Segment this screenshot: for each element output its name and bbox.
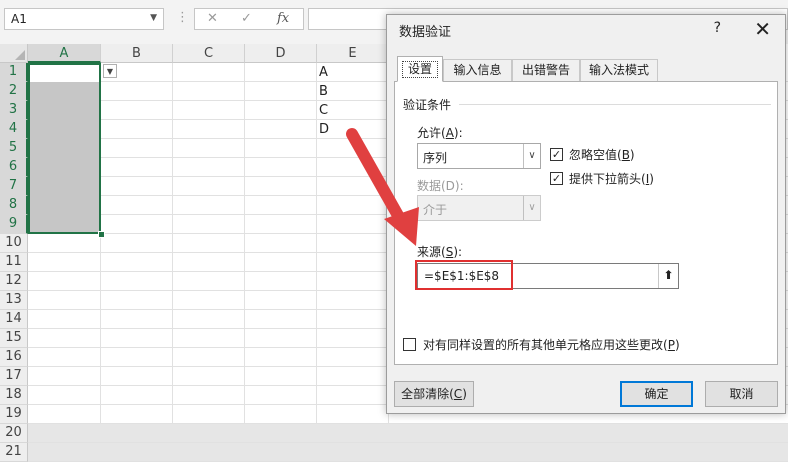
tab-settings[interactable]: 设置 [397,56,443,82]
data-validation-dialog: 数据验证 ? ✕ 设置 输入信息 出错警告 输入法模式 验证条件 允许(A): … [386,14,786,414]
cell-dropdown-button[interactable]: ▼ [103,64,117,78]
data-select: 介于 ∨ [417,195,541,221]
cell-e4[interactable]: D [319,122,329,137]
apply-all-label: 对有同样设置的所有其他单元格应用这些更改(P) [423,338,680,352]
name-box-value: A1 [11,12,27,26]
row-header[interactable]: 17 [0,367,28,386]
row-gridline [28,442,788,443]
allow-select-value: 序列 [423,151,448,165]
row-header[interactable]: 16 [0,348,28,367]
tab-error-alert[interactable]: 出错警告 [512,59,580,81]
row-header[interactable]: 1 [0,63,28,82]
row-header[interactable]: 18 [0,386,28,405]
tab-input-message[interactable]: 输入信息 [443,59,512,81]
enter-formula-icon[interactable]: ✓ [241,11,252,26]
row-header[interactable]: 8 [0,196,28,215]
formula-buttons: ✕ ✓ fx [194,8,304,30]
column-gridline [172,63,173,424]
tab-ime-mode[interactable]: 输入法模式 [580,59,658,81]
insert-function-icon[interactable]: fx [277,11,289,26]
name-box[interactable]: A1 ▼ [4,8,164,30]
row-header[interactable]: 14 [0,310,28,329]
close-icon[interactable]: ✕ [754,17,771,41]
row-header[interactable]: 2 [0,82,28,101]
ignore-blank-checkbox[interactable]: ✓ [550,148,563,161]
section-divider [459,104,771,105]
collapse-dialog-icon[interactable]: ⬆ [658,264,678,288]
allow-label: 允许(A): [417,126,463,140]
row-header[interactable]: 7 [0,177,28,196]
active-cell[interactable] [30,65,99,82]
row-header[interactable]: 12 [0,272,28,291]
select-all-corner[interactable] [0,44,28,63]
apply-all-checkbox[interactable] [403,338,416,351]
row-header[interactable]: 4 [0,120,28,139]
ok-button[interactable]: 确定 [620,381,693,407]
dialog-title: 数据验证 [399,25,452,40]
row-header[interactable]: 21 [0,443,28,462]
data-select-value: 介于 [423,203,448,217]
row-header[interactable]: 13 [0,291,28,310]
row-header[interactable]: 20 [0,424,28,443]
chevron-down-icon[interactable]: ∨ [523,144,540,168]
clear-all-button[interactable]: 全部清除(C) [394,381,474,407]
row-header[interactable]: 11 [0,253,28,272]
source-label: 来源(S): [417,245,463,259]
column-header-a[interactable]: A [28,44,101,63]
column-gridline [244,63,245,424]
row-header[interactable]: 10 [0,234,28,253]
fill-handle[interactable] [98,231,105,238]
dropdown-arrow-label: 提供下拉箭头(I) [569,172,654,186]
data-label: 数据(D): [417,179,464,193]
row-header[interactable]: 15 [0,329,28,348]
drag-handle-icon[interactable]: ⋮ [176,10,190,25]
row-header[interactable]: 19 [0,405,28,424]
chevron-down-icon: ∨ [523,196,540,220]
row-header[interactable]: 5 [0,139,28,158]
chevron-down-icon[interactable]: ▼ [150,13,157,23]
section-title: 验证条件 [403,98,452,112]
row-header[interactable]: 6 [0,158,28,177]
column-header-c[interactable]: C [173,44,245,63]
column-header-e[interactable]: E [317,44,389,63]
column-header-b[interactable]: B [101,44,173,63]
cell-e2[interactable]: B [319,84,328,99]
selected-range[interactable] [28,63,101,234]
dropdown-arrow-checkbox[interactable]: ✓ [550,172,563,185]
cell-e1[interactable]: A [319,65,328,80]
help-icon[interactable]: ? [714,20,721,36]
row-header[interactable]: 9 [0,215,28,234]
ignore-blank-label: 忽略空值(B) [569,148,635,162]
source-highlight-box [415,260,513,290]
column-gridline [316,63,317,424]
settings-panel: 验证条件 允许(A): 序列 ∨ ✓ 忽略空值(B) ✓ 提供下拉箭头(I) 数… [394,81,778,365]
cell-e3[interactable]: C [319,103,328,118]
allow-select[interactable]: 序列 ∨ [417,143,541,169]
cancel-button[interactable]: 取消 [705,381,778,407]
row-header[interactable]: 3 [0,101,28,120]
cancel-formula-icon[interactable]: ✕ [207,11,218,26]
column-header-d[interactable]: D [245,44,317,63]
